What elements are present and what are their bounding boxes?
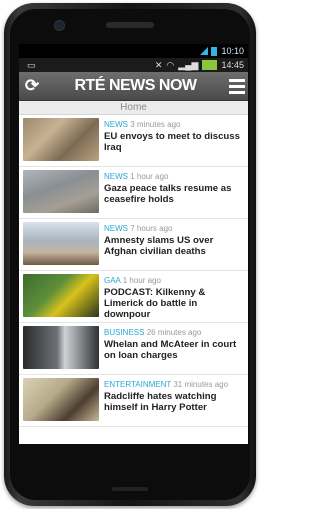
article-thumbnail bbox=[23, 274, 99, 317]
article-thumbnail bbox=[23, 118, 99, 161]
article-thumbnail bbox=[23, 222, 99, 265]
article-time: 31 minutes ago bbox=[173, 380, 229, 389]
article-headline[interactable]: Amnesty slams US over Afghan civilian de… bbox=[104, 235, 244, 257]
notification-bar: ▭ ✕ ◠ ▂▄▆ 14:45 bbox=[19, 58, 248, 72]
article-time: 1 hour ago bbox=[122, 276, 161, 285]
article-time: 7 hours ago bbox=[130, 224, 173, 233]
article-time: 3 minutes ago bbox=[130, 120, 181, 129]
article-item[interactable]: NEWS 7 hours ago Amnesty slams US over A… bbox=[19, 219, 248, 271]
notification-icon: ▭ bbox=[27, 59, 36, 70]
article-category: ENTERTAINMENT bbox=[104, 380, 172, 389]
menu-icon[interactable] bbox=[226, 78, 248, 94]
article-item[interactable]: NEWS 3 minutes ago EU envoys to meet to … bbox=[19, 115, 248, 167]
battery-status-icon bbox=[202, 60, 218, 70]
status-time: 14:45 bbox=[221, 60, 244, 70]
refresh-icon[interactable]: ⟳ bbox=[19, 76, 45, 96]
battery-icon bbox=[211, 46, 218, 56]
earpiece-speaker bbox=[106, 22, 154, 28]
wifi-icon: ◠ bbox=[166, 59, 175, 70]
article-thumbnail bbox=[23, 170, 99, 213]
front-camera bbox=[54, 20, 65, 31]
article-category: GAA bbox=[104, 276, 121, 285]
article-item[interactable]: GAA 1 hour ago PODCAST: Kilkenny & Limer… bbox=[19, 271, 248, 323]
article-time: 26 minutes ago bbox=[146, 328, 202, 337]
article-headline[interactable]: Whelan and McAteer in court on loan char… bbox=[104, 339, 244, 361]
article-category: BUSINESS bbox=[104, 328, 145, 337]
article-item[interactable]: BUSINESS 26 minutes ago Whelan and McAte… bbox=[19, 323, 248, 375]
article-headline[interactable]: Gaza peace talks resume as ceasefire hol… bbox=[104, 183, 244, 205]
article-category: NEWS bbox=[104, 120, 128, 129]
signal-icon bbox=[200, 47, 209, 55]
article-time: 1 hour ago bbox=[130, 172, 169, 181]
article-headline[interactable]: Radcliffe hates watching himself in Harr… bbox=[104, 391, 244, 413]
signal-bars-icon: ▂▄▆ bbox=[178, 59, 199, 70]
app-logo: RTÉ NEWS NOW bbox=[74, 77, 198, 94]
mute-icon: ✕ bbox=[154, 59, 163, 70]
article-item[interactable]: NEWS 1 hour ago Gaza peace talks resume … bbox=[19, 167, 248, 219]
microphone-grille bbox=[112, 487, 148, 491]
article-thumbnail bbox=[23, 378, 99, 421]
article-headline[interactable]: EU envoys to meet to discuss Iraq bbox=[104, 131, 244, 153]
article-category: NEWS bbox=[104, 224, 128, 233]
article-list: NEWS 3 minutes ago EU envoys to meet to … bbox=[19, 115, 248, 427]
article-item[interactable]: ENTERTAINMENT 31 minutes ago Radcliffe h… bbox=[19, 375, 248, 427]
status-time-top: 10:10 bbox=[221, 46, 244, 56]
system-status-bar: 10:10 bbox=[19, 44, 248, 58]
section-title: Home bbox=[19, 101, 248, 115]
article-headline[interactable]: PODCAST: Kilkenny & Limerick do battle i… bbox=[104, 287, 244, 320]
article-category: NEWS bbox=[104, 172, 128, 181]
app-header: ⟳ RTÉ NEWS NOW bbox=[19, 72, 248, 101]
phone-screen: 10:10 ▭ ✕ ◠ ▂▄▆ 14:45 ⟳ RTÉ NEWS NOW Hom… bbox=[19, 44, 248, 444]
article-thumbnail bbox=[23, 326, 99, 369]
